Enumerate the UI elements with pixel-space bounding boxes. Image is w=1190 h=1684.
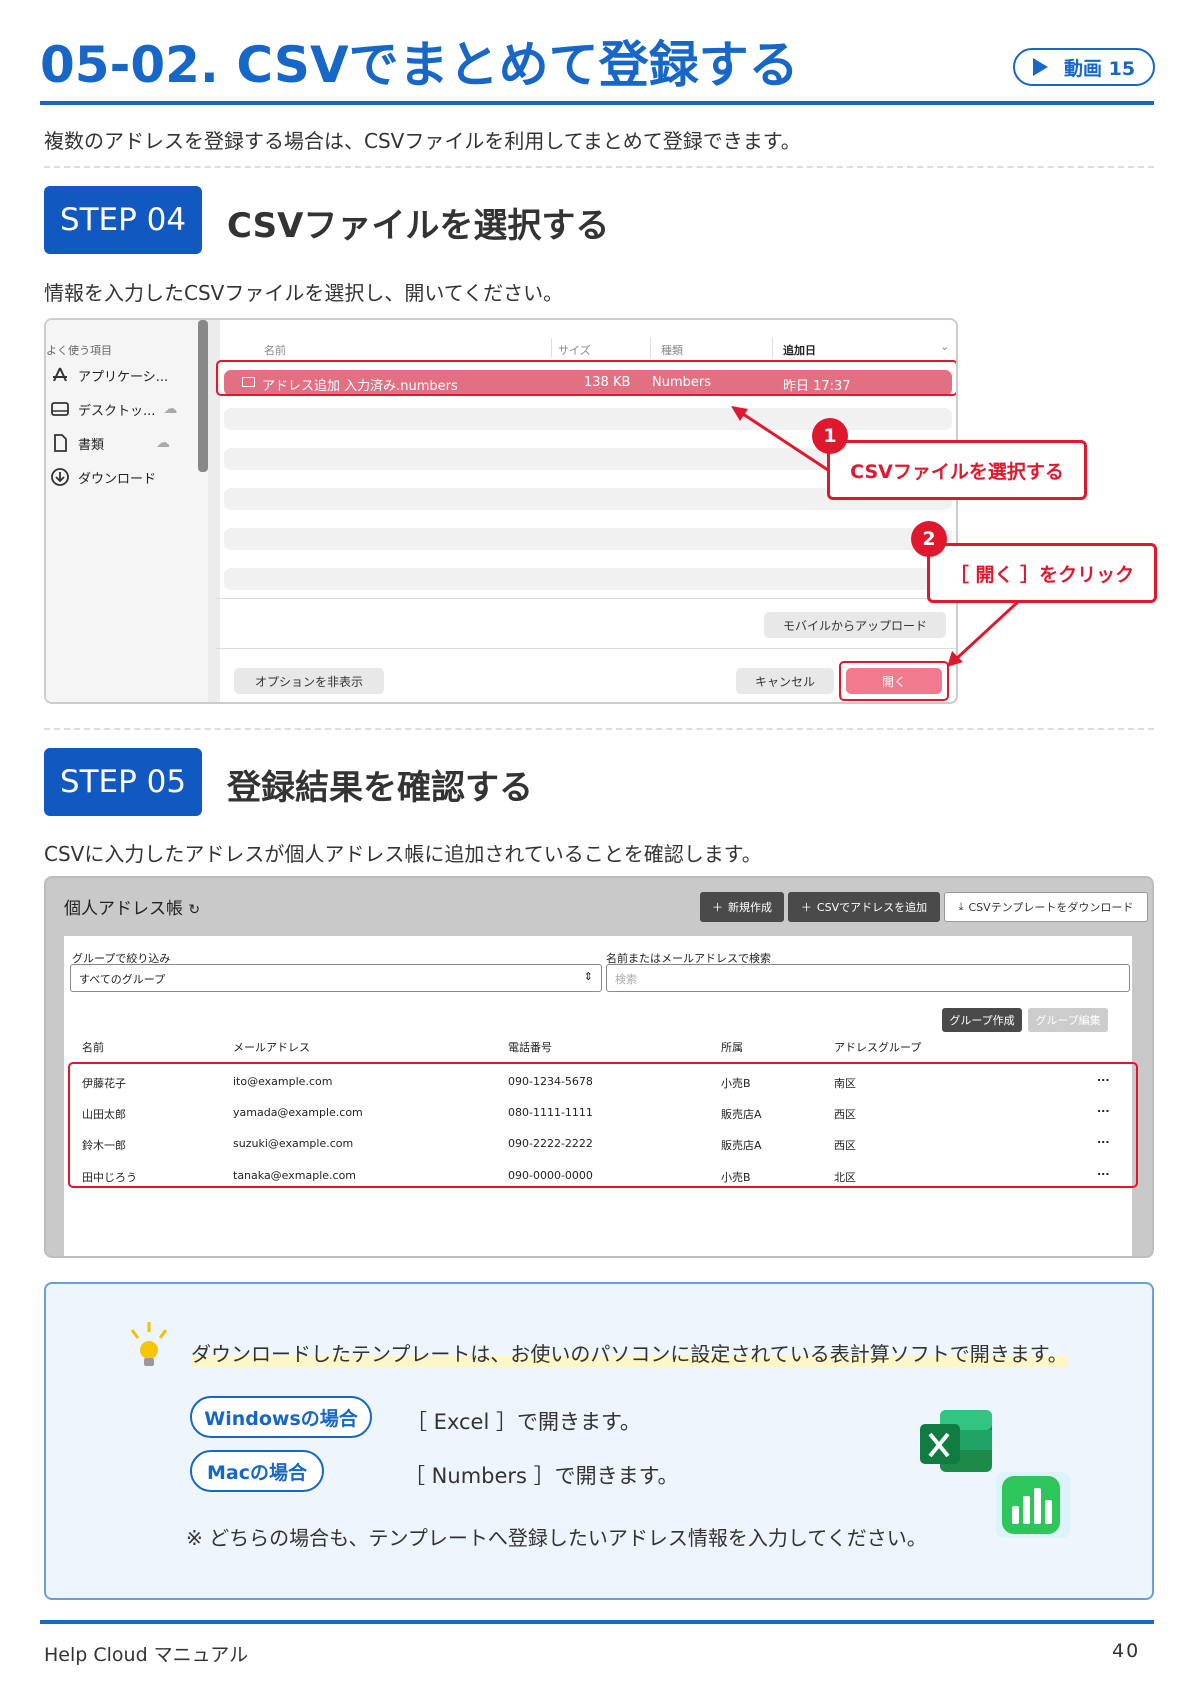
new-contact-button[interactable]: ＋新規作成 [700, 892, 784, 922]
callout-number-1: 1 [812, 418, 848, 454]
step5-badge: STEP 05 [44, 748, 202, 816]
step5-desc: CSVに入力したアドレスが個人アドレス帳に追加されていることを確認します。 [44, 842, 762, 866]
column-header-org: 所属 [721, 1041, 743, 1054]
more-icon[interactable]: ... [1097, 1102, 1110, 1115]
windows-text: ［ Excel ］で開きます。 [406, 1410, 641, 1434]
numbers-icon [996, 1472, 1070, 1538]
address-book-screen: 個人アドレス帳 ↻ ＋新規作成 ＋ CSVでアドレスを追加 ⤓ CSVテンプレートを… [44, 876, 1154, 1258]
group-edit-button[interactable]: グループ編集 [1028, 1008, 1108, 1032]
page-number: 40 [1112, 1640, 1141, 1662]
callout-select-csv: CSVファイルを選択する [827, 440, 1087, 500]
lightbulb-icon [130, 1322, 168, 1366]
column-header-name: 名前 [82, 1041, 104, 1054]
download-icon: ⤓ [958, 900, 964, 913]
group-create-button[interactable]: グループ作成 [942, 1008, 1022, 1032]
table-row[interactable]: 山田太郎 yamada@example.com 080-1111-1111 販売… [70, 1098, 1130, 1128]
more-icon[interactable]: ... [1097, 1071, 1110, 1084]
tip-box: ダウンロードしたテンプレートは、お使いのパソコンに設定されている表計算ソフトで開… [44, 1282, 1154, 1600]
table-row[interactable]: 伊藤花子 ito@example.com 090-1234-5678 小売B 南… [70, 1066, 1130, 1096]
plus-icon: ＋ [712, 901, 723, 914]
table-row[interactable]: 田中じろう tanaka@exmaple.com 090-0000-0000 小… [70, 1161, 1130, 1191]
step5-title: 登録結果を確認する [227, 768, 533, 808]
excel-icon [920, 1410, 992, 1472]
group-filter-select[interactable]: すべてのグループ ⇕ [70, 964, 602, 992]
column-header-phone: 電話番号 [508, 1041, 552, 1054]
footer-rule [40, 1620, 1154, 1624]
more-icon[interactable]: ... [1097, 1133, 1110, 1146]
select-arrow-icon: ⇕ [583, 970, 593, 983]
column-header-group: アドレスグループ [834, 1041, 922, 1054]
table-row[interactable]: 鈴木一郎 suzuki@example.com 090-2222-2222 販売… [70, 1130, 1130, 1160]
csv-template-download-button[interactable]: ⤓ CSVテンプレートをダウンロード [944, 892, 1148, 922]
search-input[interactable]: 検索 [606, 964, 1130, 992]
refresh-icon: ↻ [188, 902, 201, 918]
tip-main-text: ダウンロードしたテンプレートは、お使いのパソコンに設定されている表計算ソフトで開… [191, 1338, 1068, 1367]
callout-arrows [731, 406, 1022, 667]
column-header-email: メールアドレス [233, 1041, 310, 1054]
mac-label: Macの場合 [190, 1450, 324, 1492]
mac-text: ［ Numbers ］で開きます。 [404, 1464, 679, 1488]
address-book-title: 個人アドレス帳 ↻ [64, 899, 201, 919]
plus-icon: ＋ [800, 901, 812, 914]
callout-click-open: ［ 開く ］をクリック [927, 543, 1157, 603]
footer-title: Help Cloud マニュアル [44, 1644, 249, 1666]
divider [44, 728, 1154, 730]
tip-note: ※ どちらの場合も、テンプレートへ登録したいアドレス情報を入力してください。 [186, 1526, 927, 1550]
windows-label: Windowsの場合 [190, 1396, 372, 1438]
more-icon[interactable]: ... [1097, 1165, 1110, 1178]
callout-number-2: 2 [911, 521, 947, 557]
csv-add-button[interactable]: ＋ CSVでアドレスを追加 [788, 892, 940, 922]
